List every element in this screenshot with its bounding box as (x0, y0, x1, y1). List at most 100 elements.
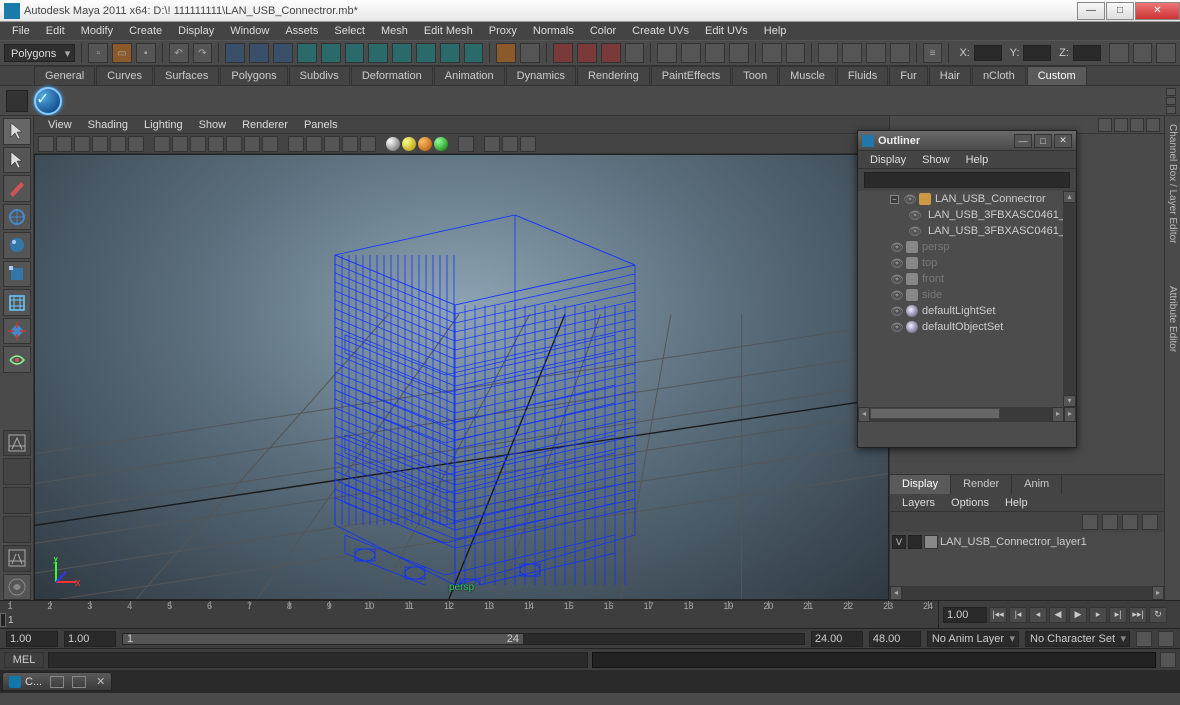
go-to-start-icon[interactable]: |◂◂ (989, 607, 1007, 623)
time-ruler[interactable]: 1 12345678910111213141516171819202122232… (0, 601, 938, 628)
play-forward-icon[interactable]: ▶ (1069, 607, 1087, 623)
visor-icon[interactable] (786, 43, 806, 63)
lasso-icon[interactable] (249, 43, 269, 63)
shelf-tab[interactable]: Rendering (577, 66, 650, 85)
menu-item[interactable]: Select (326, 23, 373, 39)
outliner-min-button[interactable]: — (1014, 134, 1032, 148)
visibility-icon[interactable]: 👁 (890, 241, 902, 253)
channel-box-label[interactable]: Channel Box / Layer Editor (1167, 124, 1178, 244)
vp-shadows-icon[interactable] (360, 136, 376, 152)
outliner-menu-item[interactable]: Show (914, 152, 958, 168)
shelf-tab[interactable]: Surfaces (154, 66, 219, 85)
visibility-icon[interactable]: 👁 (903, 193, 915, 205)
playback-rate-input[interactable] (943, 607, 987, 623)
shelf-tab[interactable]: Fur (889, 66, 928, 85)
visibility-icon[interactable]: 👁 (890, 273, 902, 285)
vp-xray-icon[interactable] (484, 136, 500, 152)
save-scene-icon[interactable]: ▪ (136, 43, 156, 63)
maximize-button[interactable]: □ (1106, 2, 1134, 20)
vp-light-flat-icon[interactable] (434, 137, 448, 151)
scroll-down-icon[interactable]: ▾ (1063, 395, 1076, 407)
scroll-up-icon[interactable]: ▴ (1063, 191, 1076, 203)
script-tool-icon[interactable] (3, 574, 31, 601)
lattice-icon[interactable] (416, 43, 436, 63)
script-editor-icon[interactable] (1160, 652, 1176, 668)
open-scene-icon[interactable]: ▭ (112, 43, 132, 63)
custom-shelf-button[interactable]: ✓ (34, 87, 62, 115)
layer-move-up-icon[interactable] (1082, 514, 1098, 530)
layer-tab[interactable]: Render (951, 475, 1012, 494)
outliner-item[interactable]: 👁LAN_USB_3FBXASC0461_G1_I (858, 207, 1076, 223)
visibility-icon[interactable]: 👁 (890, 321, 902, 333)
viewport-menu-item[interactable]: View (40, 117, 80, 133)
current-frame-indicator[interactable] (0, 613, 6, 627)
vp-grid-icon[interactable] (154, 136, 170, 152)
select-tool[interactable] (3, 118, 31, 145)
ipr-icon[interactable] (577, 43, 597, 63)
hypergraph-icon[interactable] (762, 43, 782, 63)
mode-selector[interactable]: Polygons (4, 44, 75, 62)
viewport-menu-item[interactable]: Lighting (136, 117, 191, 133)
persp-view-icon[interactable] (3, 545, 31, 572)
taskbar-restore-icon[interactable] (50, 676, 64, 688)
viewport-menu-item[interactable]: Panels (296, 117, 346, 133)
layer-visibility-toggle[interactable]: V (892, 535, 906, 549)
script-icon[interactable] (890, 43, 910, 63)
menu-item[interactable]: File (4, 23, 38, 39)
options-icon[interactable] (1130, 118, 1144, 132)
scale-icon[interactable] (345, 43, 365, 63)
shelf-menu-icon[interactable] (1166, 97, 1176, 105)
command-language-label[interactable]: MEL (4, 652, 44, 668)
vp-light-selected-icon[interactable] (418, 137, 432, 151)
visibility-icon[interactable]: 👁 (890, 305, 902, 317)
menu-item[interactable]: Edit Mesh (416, 23, 481, 39)
attr-editor-toggle-icon[interactable] (1109, 43, 1129, 63)
outliner-item[interactable]: 👁top (858, 255, 1076, 271)
step-back-icon[interactable]: ◂ (1029, 607, 1047, 623)
close-panel-icon[interactable] (1146, 118, 1160, 132)
vp-textured-icon[interactable] (324, 136, 340, 152)
coord-z-input[interactable] (1073, 45, 1101, 61)
shelf-tab[interactable]: Hair (929, 66, 971, 85)
coord-y-input[interactable] (1023, 45, 1051, 61)
vp-lock-cam-icon[interactable] (56, 136, 72, 152)
dope-sheet-icon[interactable] (729, 43, 749, 63)
shelf-tab[interactable]: Curves (96, 66, 153, 85)
graph-editor-icon[interactable] (705, 43, 725, 63)
shelf-editor-icon[interactable] (6, 90, 28, 112)
vp-light-all-icon[interactable] (402, 137, 416, 151)
select-icon[interactable] (225, 43, 245, 63)
prefs-icon[interactable] (1158, 631, 1174, 647)
shelf-tab[interactable]: General (34, 66, 95, 85)
lasso-tool[interactable] (3, 147, 31, 174)
scroll-right-icon[interactable]: ▸ (1152, 586, 1164, 600)
outliner-tree[interactable]: −👁LAN_USB_Connectror👁LAN_USB_3FBXASC0461… (858, 191, 1076, 407)
shelf-tab[interactable]: Fluids (837, 66, 888, 85)
layer-move-down-icon[interactable] (1102, 514, 1118, 530)
vp-grease-icon[interactable] (128, 136, 144, 152)
channel-icon[interactable] (1098, 118, 1112, 132)
paint-select-tool[interactable] (3, 175, 31, 202)
vp-image-plane-icon[interactable] (92, 136, 108, 152)
outliner-menu-item[interactable]: Help (958, 152, 997, 168)
vp-light-default-icon[interactable] (386, 137, 400, 151)
sculpt-icon[interactable] (440, 43, 460, 63)
layer-hscrollbar[interactable]: ◂ ▸ (890, 586, 1164, 600)
layer-icon[interactable] (1114, 118, 1128, 132)
four-view-icon[interactable] (3, 458, 31, 485)
anim-layer-select[interactable]: No Anim Layer (927, 631, 1019, 647)
vp-motion-icon[interactable] (520, 136, 536, 152)
layer-menu-item[interactable]: Help (997, 495, 1036, 511)
minimize-button[interactable]: — (1077, 2, 1105, 20)
shelf-tab[interactable]: Dynamics (506, 66, 576, 85)
step-back-key-icon[interactable]: |◂ (1009, 607, 1027, 623)
history-toggle-icon[interactable]: ≡ (923, 43, 943, 63)
vp-field-chart-icon[interactable] (226, 136, 242, 152)
vp-film-gate-icon[interactable] (172, 136, 188, 152)
vp-bookmarks-icon[interactable] (74, 136, 90, 152)
outliner-icon[interactable] (681, 43, 701, 63)
shelf-tab[interactable]: PaintEffects (651, 66, 732, 85)
move-tool[interactable] (3, 204, 31, 231)
outliner-item[interactable]: 👁front (858, 271, 1076, 287)
taskbar-close-icon[interactable]: ✕ (96, 675, 105, 688)
